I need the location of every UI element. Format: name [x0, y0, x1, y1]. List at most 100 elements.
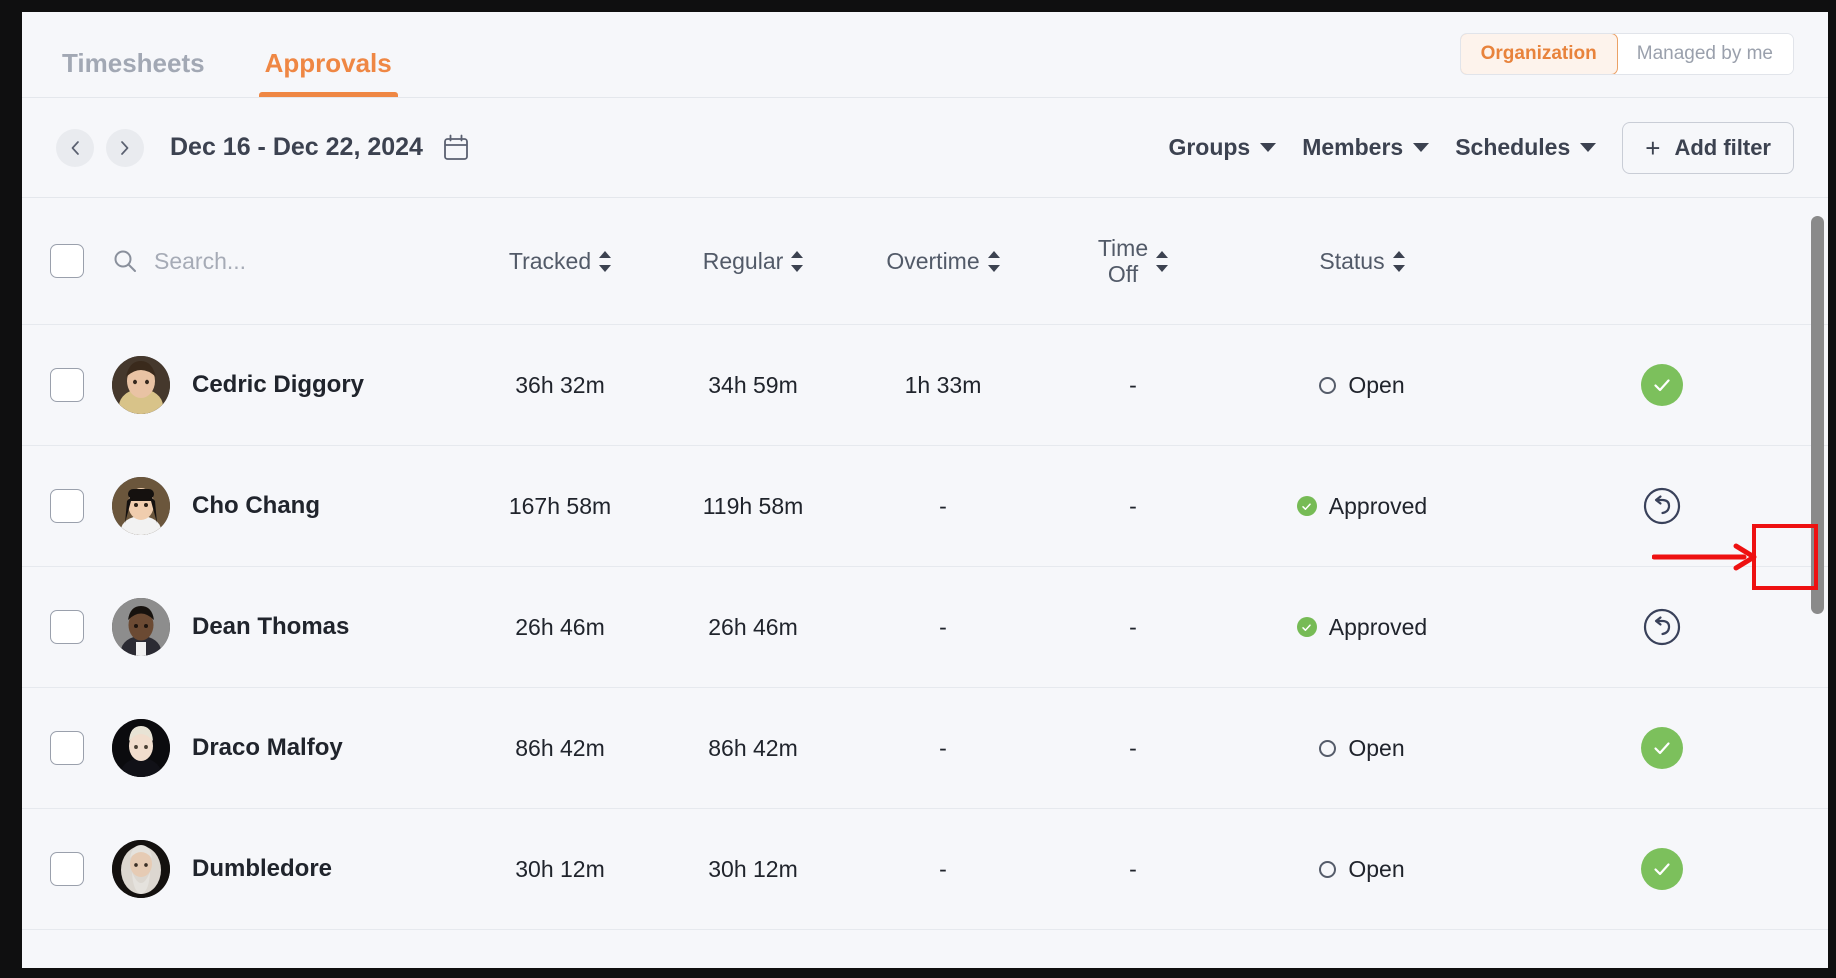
cell-regular: 119h 58m: [658, 493, 848, 520]
vertical-scrollbar[interactable]: [1811, 202, 1824, 968]
approvals-table: Search... Tracked Regular Overtime: [22, 198, 1828, 930]
cell-action: [1496, 727, 1828, 769]
cell-action: [1496, 485, 1828, 527]
table-row[interactable]: Cho Chang 167h 58m 119h 58m - - Approved: [22, 446, 1828, 567]
cell-regular: 34h 59m: [658, 372, 848, 399]
cell-tracked: 167h 58m: [462, 493, 658, 520]
column-header-tracked[interactable]: Tracked: [462, 248, 658, 275]
member-name: Dumbledore: [192, 855, 332, 883]
groups-dropdown[interactable]: Groups: [1168, 134, 1276, 161]
column-header-overtime[interactable]: Overtime: [848, 248, 1038, 275]
status-badge: Open: [1319, 372, 1404, 399]
schedules-dropdown[interactable]: Schedules: [1455, 134, 1596, 161]
cell-time-off: -: [1038, 735, 1228, 762]
cell-overtime: -: [848, 735, 1038, 762]
member-name: Cho Chang: [192, 492, 320, 520]
cell-action: [1496, 364, 1828, 406]
status-badge: Approved: [1297, 614, 1427, 641]
scope-organization-button[interactable]: Organization: [1460, 33, 1618, 75]
approve-button[interactable]: [1641, 727, 1683, 769]
cell-overtime: 1h 33m: [848, 372, 1038, 399]
status-label: Open: [1348, 372, 1404, 399]
member-cell: Cho Chang: [112, 477, 462, 535]
approvals-app: Timesheets Approvals Organization Manage…: [22, 12, 1828, 968]
status-badge: Approved: [1297, 493, 1427, 520]
row-select-cell: [22, 610, 112, 644]
date-range-label[interactable]: Dec 16 - Dec 22, 2024: [170, 133, 423, 162]
status-label: Approved: [1329, 614, 1427, 641]
cell-regular: 30h 12m: [658, 856, 848, 883]
scrollbar-thumb[interactable]: [1811, 216, 1824, 614]
calendar-icon[interactable]: [443, 134, 469, 161]
sort-icon: [791, 251, 803, 272]
table-row[interactable]: Cedric Diggory 36h 32m 34h 59m 1h 33m - …: [22, 325, 1828, 446]
table-row[interactable]: Draco Malfoy 86h 42m 86h 42m - - Open: [22, 688, 1828, 809]
next-week-button[interactable]: [106, 129, 144, 167]
undo-icon: [1642, 607, 1682, 647]
sort-icon: [1393, 251, 1405, 272]
approve-button[interactable]: [1641, 364, 1683, 406]
select-all-checkbox[interactable]: [50, 244, 84, 278]
chevron-down-icon: [1413, 143, 1429, 152]
select-all-cell: [22, 244, 112, 278]
column-header-tracked-label: Tracked: [509, 248, 591, 275]
row-checkbox[interactable]: [50, 731, 84, 765]
undo-icon: [1642, 486, 1682, 526]
add-filter-button[interactable]: + Add filter: [1622, 122, 1794, 174]
table-header-row: Search... Tracked Regular Overtime: [22, 198, 1828, 325]
scope-managed-by-me-button[interactable]: Managed by me: [1617, 34, 1793, 74]
members-dropdown[interactable]: Members: [1302, 134, 1429, 161]
tab-approvals[interactable]: Approvals: [259, 48, 398, 97]
cell-action: [1496, 606, 1828, 648]
chevron-down-icon: [1580, 143, 1596, 152]
add-filter-label: Add filter: [1674, 135, 1771, 161]
status-open-icon: [1319, 377, 1336, 394]
check-icon: [1650, 857, 1674, 881]
sort-icon: [1156, 251, 1168, 272]
chevron-left-icon: [68, 139, 82, 157]
member-cell: Dean Thomas: [112, 598, 462, 656]
table-row[interactable]: Dean Thomas 26h 46m 26h 46m - - Approved: [22, 567, 1828, 688]
status-badge: Open: [1319, 856, 1404, 883]
row-select-cell: [22, 368, 112, 402]
column-header-time-off-line2: Off: [1108, 261, 1138, 287]
status-label: Open: [1348, 735, 1404, 762]
table-row[interactable]: Dumbledore 30h 12m 30h 12m - - Open: [22, 809, 1828, 930]
member-name: Cedric Diggory: [192, 371, 364, 399]
column-header-regular-label: Regular: [703, 248, 784, 275]
cell-tracked: 30h 12m: [462, 856, 658, 883]
member-name: Dean Thomas: [192, 613, 349, 641]
cell-action: [1496, 848, 1828, 890]
cell-time-off: -: [1038, 493, 1228, 520]
row-checkbox[interactable]: [50, 852, 84, 886]
cell-time-off: -: [1038, 856, 1228, 883]
sort-icon: [599, 251, 611, 272]
previous-week-button[interactable]: [56, 129, 94, 167]
search-placeholder: Search...: [154, 248, 246, 275]
row-select-cell: [22, 731, 112, 765]
undo-approval-button[interactable]: [1641, 606, 1683, 648]
cell-status: Open: [1228, 735, 1496, 762]
chevron-down-icon: [1260, 143, 1276, 152]
status-open-icon: [1319, 861, 1336, 878]
cell-overtime: -: [848, 856, 1038, 883]
tab-timesheets[interactable]: Timesheets: [56, 48, 211, 97]
check-icon: [1650, 373, 1674, 397]
row-checkbox[interactable]: [50, 368, 84, 402]
undo-approval-button[interactable]: [1641, 485, 1683, 527]
search-input[interactable]: Search...: [112, 248, 246, 275]
search-icon: [112, 248, 138, 274]
members-dropdown-label: Members: [1302, 134, 1403, 161]
column-header-regular[interactable]: Regular: [658, 248, 848, 275]
tab-bar: Timesheets Approvals Organization Manage…: [22, 12, 1828, 98]
filter-controls: Groups Members Schedules + Add filter: [1168, 122, 1794, 174]
status-open-icon: [1319, 740, 1336, 757]
column-header-time-off[interactable]: Time Off: [1038, 235, 1228, 288]
row-checkbox[interactable]: [50, 610, 84, 644]
column-header-status[interactable]: Status: [1228, 248, 1496, 275]
schedules-dropdown-label: Schedules: [1455, 134, 1570, 161]
cell-regular: 26h 46m: [658, 614, 848, 641]
row-checkbox[interactable]: [50, 489, 84, 523]
approve-button[interactable]: [1641, 848, 1683, 890]
column-header-time-off-line1: Time: [1098, 235, 1148, 261]
